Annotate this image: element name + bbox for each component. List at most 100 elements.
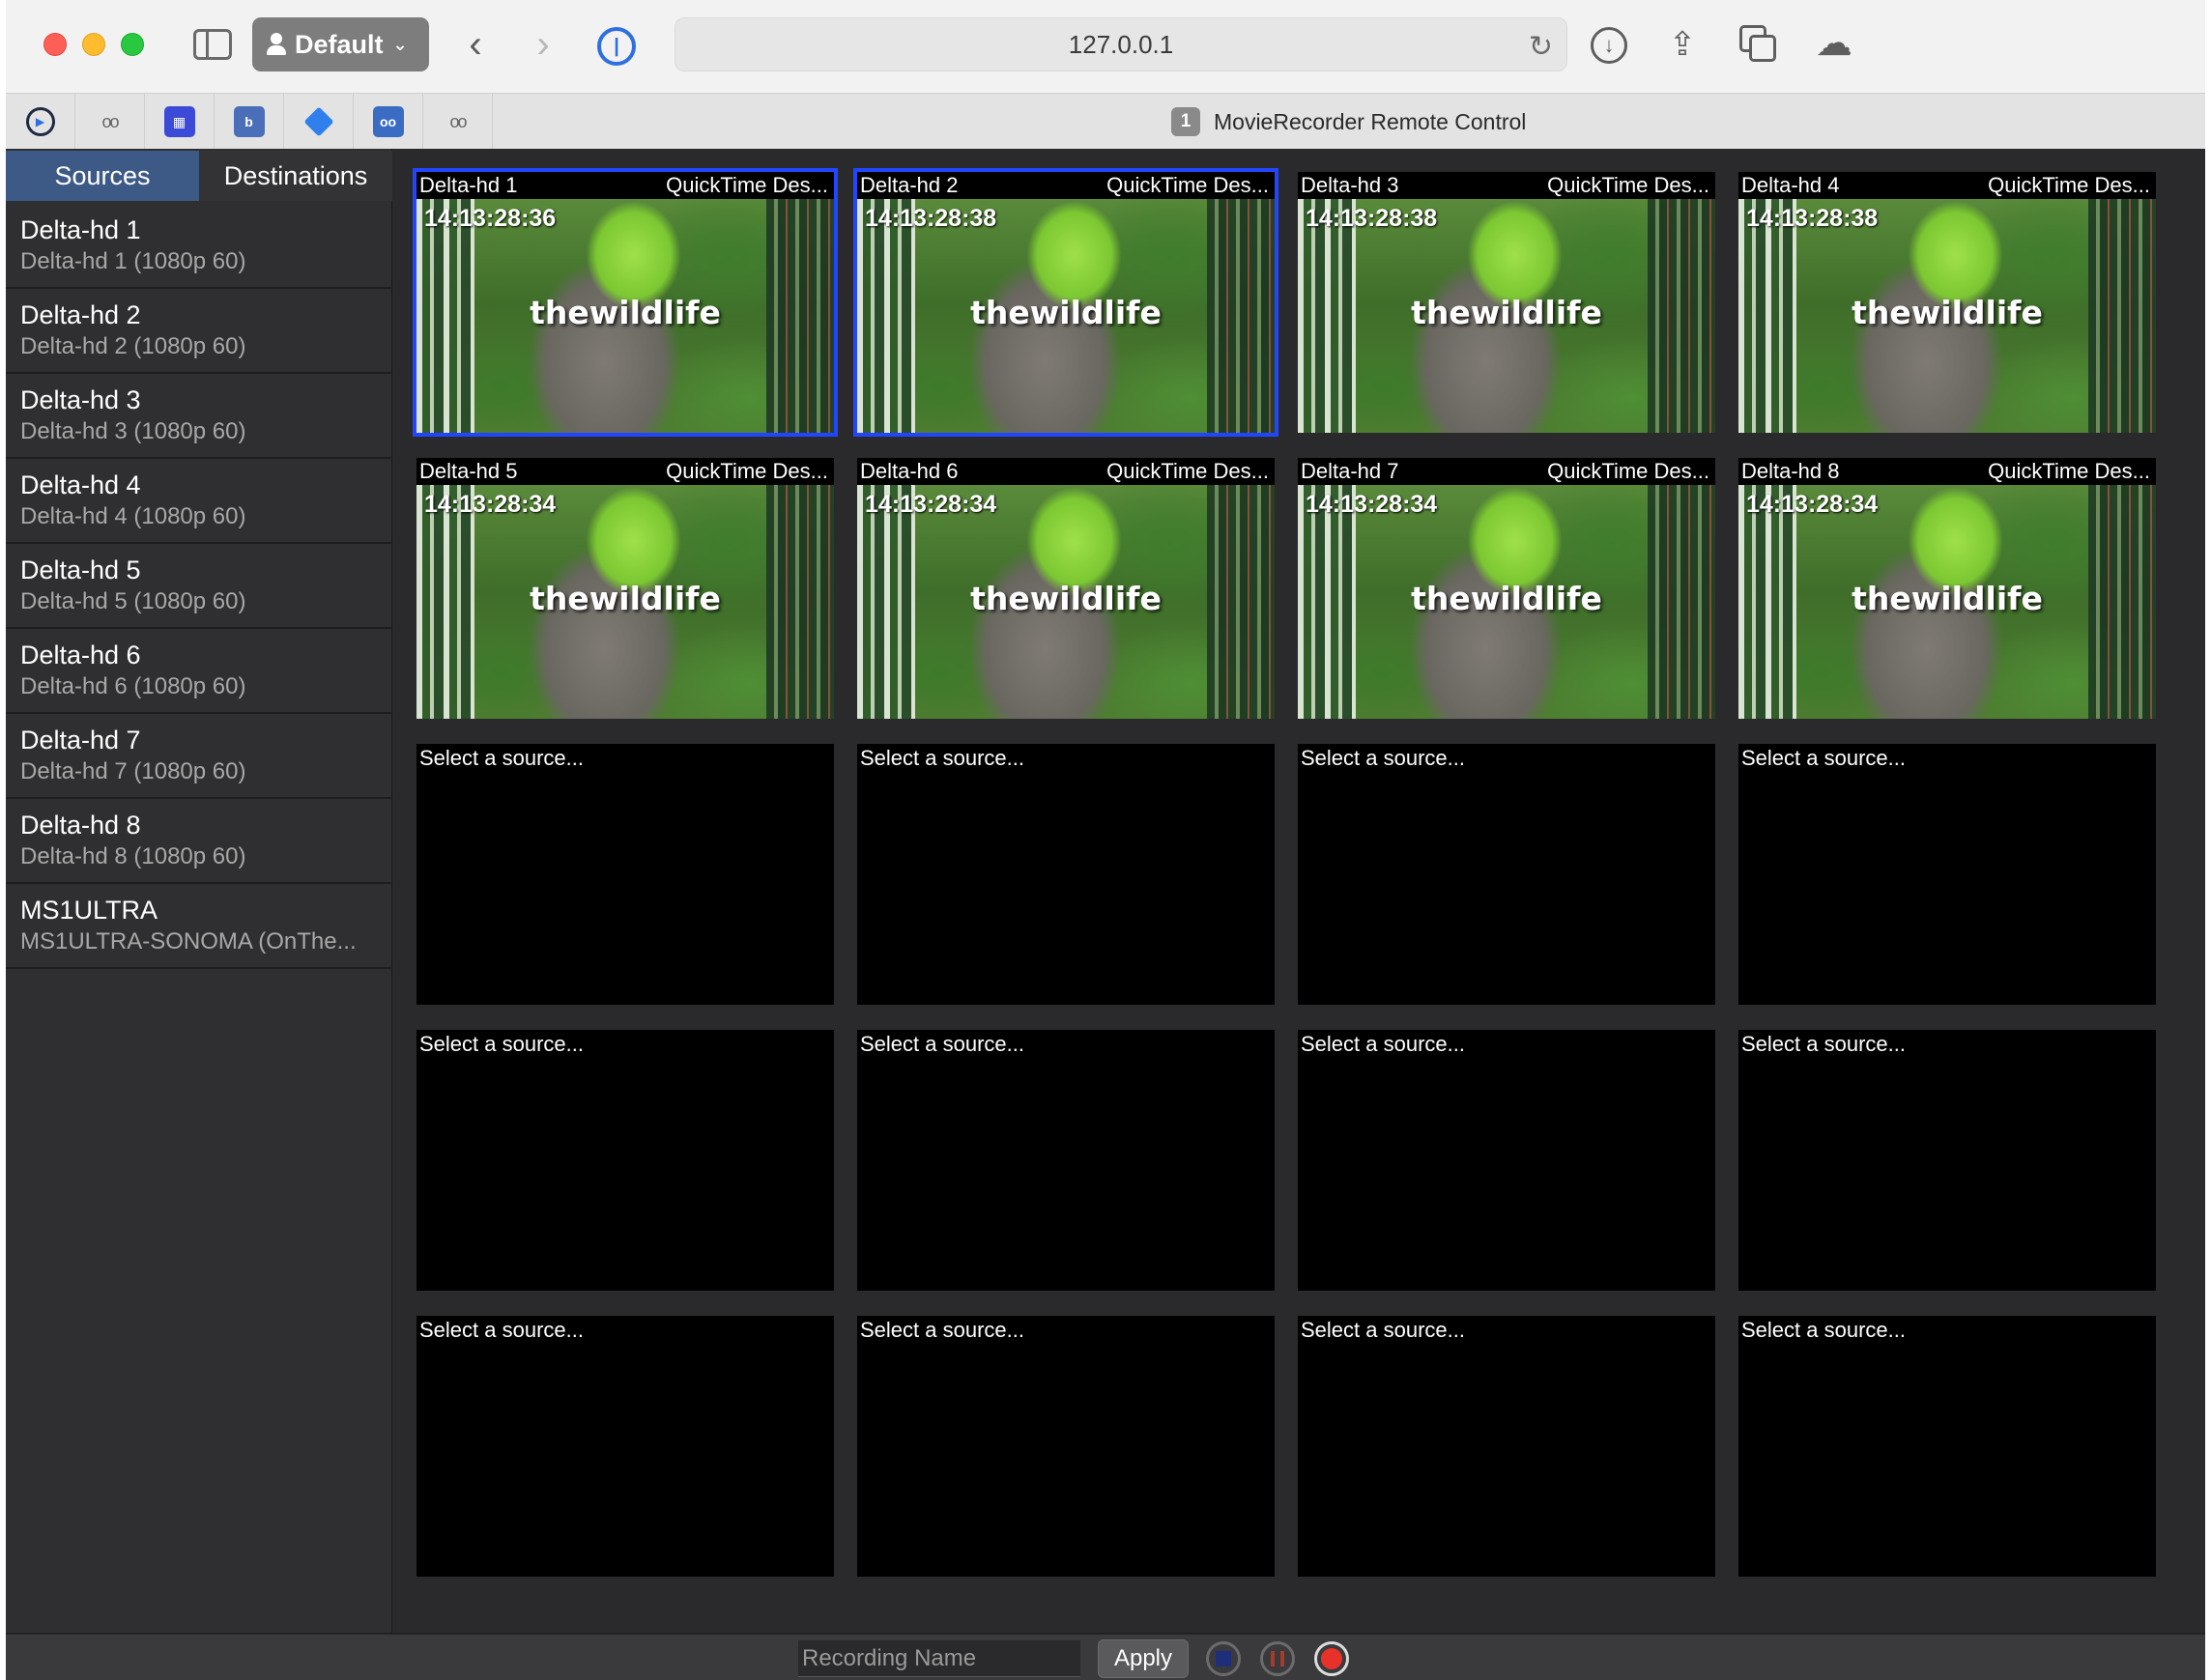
apply-button[interactable]: Apply	[1098, 1639, 1189, 1678]
pinned-tab-4[interactable]: b	[215, 94, 284, 150]
monitor-cell[interactable]: Delta-hd 3 QuickTime Des... 14:13:28:38 the…	[1298, 172, 1715, 433]
monitor-cell[interactable]: Delta-hd 4 QuickTime Des... 14:13:28:38 the…	[1738, 172, 2156, 433]
video-preview: 14:13:28:38 thewildlife	[1738, 199, 2156, 433]
back-arrow-icon[interactable]: ‹	[458, 23, 493, 66]
stop-button[interactable]	[1206, 1641, 1241, 1676]
record-button[interactable]	[1314, 1641, 1349, 1676]
tab-destinations[interactable]: Destinations	[199, 151, 392, 201]
monitor-header: Delta-hd 2 QuickTime Des...	[857, 172, 1275, 199]
source-list-item[interactable]: Delta-hd 5 Delta-hd 5 (1080p 60)	[6, 544, 392, 629]
close-window-button[interactable]	[43, 33, 67, 56]
source-detail: Delta-hd 4 (1080p 60)	[20, 503, 246, 529]
pause-button[interactable]	[1260, 1641, 1295, 1676]
zoom-window-button[interactable]	[121, 33, 144, 56]
watermark: thewildlife	[530, 580, 721, 617]
profile-button[interactable]: Default ⌄	[252, 17, 429, 71]
pinned-tab-1[interactable]: ▶	[6, 94, 75, 150]
source-list-item[interactable]: Delta-hd 8 Delta-hd 8 (1080p 60)	[6, 799, 392, 884]
source-list-item[interactable]: Delta-hd 6 Delta-hd 6 (1080p 60)	[6, 629, 392, 714]
select-source-label: Select a source...	[1741, 1318, 1906, 1342]
select-source-label: Select a source...	[1301, 746, 1465, 770]
timecode: 14:13:28:38	[865, 205, 997, 232]
dots-icon: oo	[449, 111, 467, 131]
monitor-destination: QuickTime Des...	[1106, 173, 1269, 197]
monitor-cell[interactable]: Delta-hd 1 QuickTime Des... 14:13:28:36 the…	[413, 168, 838, 437]
tab-sources[interactable]: Sources	[6, 151, 199, 201]
source-list-item[interactable]: Delta-hd 1 Delta-hd 1 (1080p 60)	[6, 204, 392, 289]
monitor-destination: QuickTime Des...	[1106, 459, 1269, 483]
pinned-tab-7[interactable]: oo	[423, 94, 493, 150]
pinned-tab-6[interactable]: oo	[354, 94, 423, 150]
empty-monitor-cell[interactable]: Select a source...	[857, 1030, 1275, 1291]
monitor-destination: QuickTime Des...	[666, 459, 828, 483]
empty-monitor-cell[interactable]: Select a source...	[416, 1030, 834, 1291]
pinned-tab-2[interactable]: oo	[75, 94, 145, 150]
select-source-label: Select a source...	[1301, 1032, 1465, 1056]
select-source-label: Select a source...	[1741, 746, 1906, 770]
monitor-cell[interactable]: Delta-hd 7 QuickTime Des... 14:13:28:34 the…	[1298, 458, 1715, 719]
stop-icon	[1216, 1651, 1231, 1666]
share-icon[interactable]: ⇪	[1664, 23, 1701, 66]
source-list-item[interactable]: Delta-hd 2 Delta-hd 2 (1080p 60)	[6, 289, 392, 374]
monitor-cell[interactable]: Delta-hd 6 QuickTime Des... 14:13:28:34 the…	[857, 458, 1275, 719]
minimize-window-button[interactable]	[82, 33, 105, 56]
monitor-destination: QuickTime Des...	[1547, 459, 1709, 483]
forward-arrow-icon[interactable]: ›	[526, 23, 560, 66]
pinned-tab-5[interactable]	[284, 94, 354, 150]
sidebar: Sources Destinations Delta-hd 1 Delta-hd …	[6, 149, 392, 1633]
source-detail: Delta-hd 2 (1080p 60)	[20, 333, 246, 359]
active-tab[interactable]: 1 MovieRecorder Remote Control	[1171, 107, 1526, 136]
source-detail: Delta-hd 7 (1080p 60)	[20, 758, 246, 784]
timecode: 14:13:28:34	[424, 491, 557, 518]
monitor-destination: QuickTime Des...	[1988, 459, 2150, 483]
tab-bar: ▶ oo ▦ b oo oo 1 MovieRecorder Remote Co…	[6, 93, 2205, 150]
download-icon[interactable]: ↓	[1591, 27, 1627, 64]
pinned-tab-3[interactable]: ▦	[145, 94, 215, 150]
select-source-label: Select a source...	[860, 1318, 1024, 1342]
cloud-icon[interactable]: ☁	[1813, 23, 1855, 64]
source-list: Delta-hd 1 Delta-hd 1 (1080p 60) Delta-hd …	[6, 204, 392, 969]
password-manager-icon[interactable]: |	[597, 27, 636, 66]
monitor-cell[interactable]: Delta-hd 2 QuickTime Des... 14:13:28:38 the…	[853, 168, 1278, 437]
source-list-item[interactable]: MS1ULTRA MS1ULTRA-SONOMA (OnThe...	[6, 884, 392, 969]
select-source-label: Select a source...	[419, 746, 584, 770]
empty-monitor-cell[interactable]: Select a source...	[1298, 744, 1715, 1005]
empty-monitor-cell[interactable]: Select a source...	[1738, 744, 2156, 1005]
reload-icon[interactable]: ↻	[1529, 30, 1553, 64]
diamond-icon	[302, 106, 334, 137]
watermark: thewildlife	[1852, 580, 2043, 617]
monitor-cell[interactable]: Delta-hd 5 QuickTime Des... 14:13:28:34 the…	[416, 458, 834, 719]
video-preview: 14:13:28:34 thewildlife	[1298, 485, 1715, 719]
tab-overview-icon[interactable]	[1739, 25, 1778, 64]
watermark: thewildlife	[970, 294, 1162, 331]
empty-monitor-cell[interactable]: Select a source...	[416, 744, 834, 1005]
source-list-item[interactable]: Delta-hd 3 Delta-hd 3 (1080p 60)	[6, 374, 392, 459]
sidebar-segmented-control: Sources Destinations	[6, 151, 392, 201]
source-name: Delta-hd 1	[20, 215, 141, 244]
empty-monitor-cell[interactable]: Select a source...	[1738, 1316, 2156, 1577]
address-bar[interactable]: 127.0.0.1 ↻	[675, 17, 1567, 71]
video-preview: 14:13:28:38 thewildlife	[857, 199, 1275, 433]
source-list-item[interactable]: Delta-hd 7 Delta-hd 7 (1080p 60)	[6, 714, 392, 799]
monitor-source: Delta-hd 5	[419, 459, 518, 483]
empty-monitor-cell[interactable]: Select a source...	[857, 1316, 1275, 1577]
empty-monitor-cell[interactable]: Select a source...	[1298, 1316, 1715, 1577]
empty-monitor-cell[interactable]: Select a source...	[857, 744, 1275, 1005]
video-preview: 14:13:28:36 thewildlife	[416, 199, 834, 433]
video-preview: 14:13:28:34 thewildlife	[857, 485, 1275, 719]
monitor-cell[interactable]: Delta-hd 8 QuickTime Des... 14:13:28:34 the…	[1738, 458, 2156, 719]
recording-name-input[interactable]	[798, 1640, 1080, 1677]
monitor-source: Delta-hd 4	[1741, 173, 1840, 197]
source-name: MS1ULTRA	[20, 896, 158, 925]
empty-monitor-cell[interactable]: Select a source...	[1298, 1030, 1715, 1291]
monitor-source: Delta-hd 7	[1301, 459, 1399, 483]
sidebar-toggle-icon[interactable]	[193, 29, 232, 60]
monitor-source: Delta-hd 6	[860, 459, 959, 483]
empty-monitor-cell[interactable]: Select a source...	[416, 1316, 834, 1577]
monitor-source: Delta-hd 8	[1741, 459, 1840, 483]
source-list-item[interactable]: Delta-hd 4 Delta-hd 4 (1080p 60)	[6, 459, 392, 544]
watermark: thewildlife	[1411, 294, 1602, 331]
watermark: thewildlife	[530, 294, 721, 331]
empty-monitor-cell[interactable]: Select a source...	[1738, 1030, 2156, 1291]
select-source-label: Select a source...	[419, 1318, 584, 1342]
